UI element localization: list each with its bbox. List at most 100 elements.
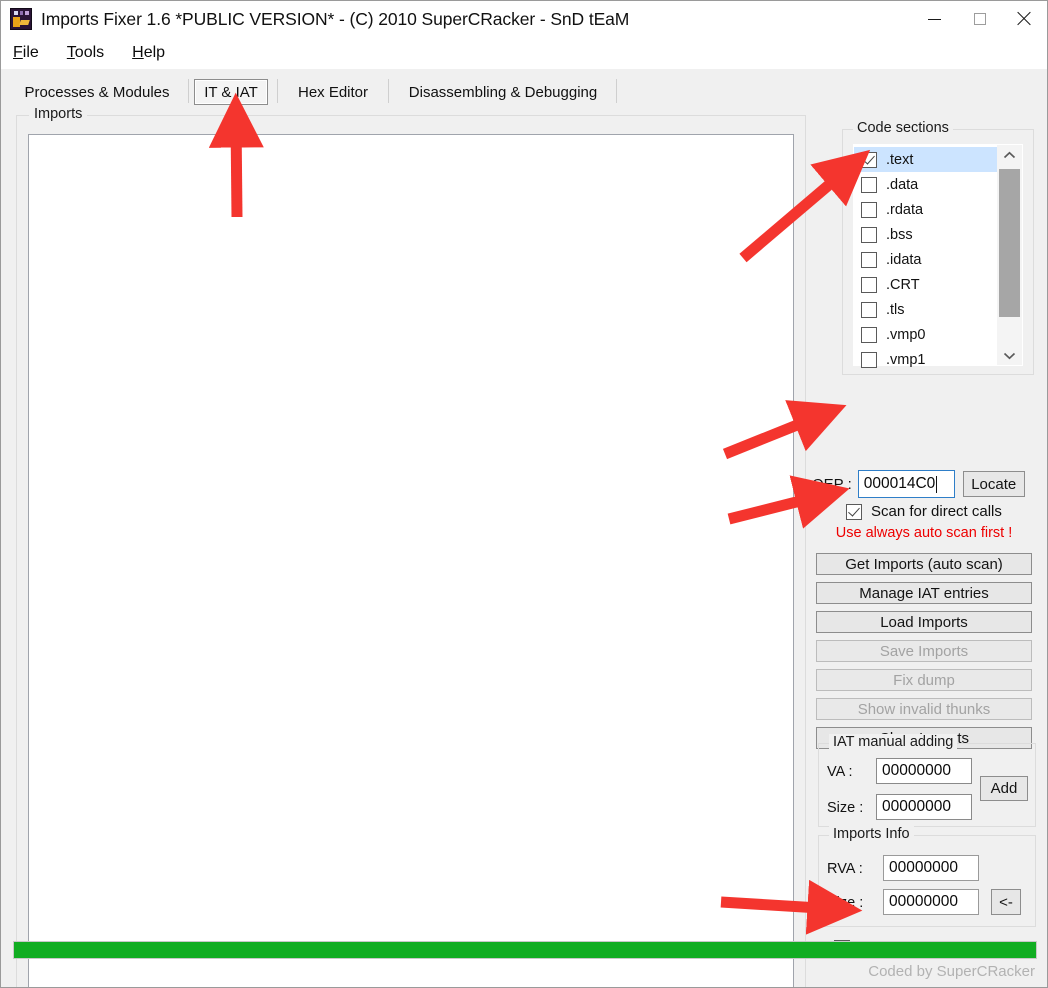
minimize-icon xyxy=(928,18,941,20)
code-section-row-bss[interactable]: .bss xyxy=(854,222,997,247)
title-bar: Imports Fixer 1.6 *PUBLIC VERSION* - (C)… xyxy=(1,1,1047,37)
checkbox-section-idata[interactable] xyxy=(861,251,877,268)
code-sections-items: .text .data .rdata .bss .idata .CRT .tls… xyxy=(854,145,997,368)
info-size-input[interactable]: 00000000 xyxy=(883,889,979,915)
menu-item-file[interactable]: File xyxy=(13,44,39,62)
menu-item-tools[interactable]: Tools xyxy=(67,44,104,62)
get-imports-button[interactable]: Get Imports (auto scan) xyxy=(816,553,1032,575)
checkbox-section-tls[interactable] xyxy=(861,301,877,318)
app-icon xyxy=(10,8,32,30)
checkbox-section-text[interactable] xyxy=(861,151,877,168)
checkbox-scan-direct-calls[interactable] xyxy=(846,503,862,520)
checkbox-section-crt[interactable] xyxy=(861,276,877,293)
code-section-label: .data xyxy=(886,176,919,193)
load-imports-button[interactable]: Load Imports xyxy=(816,611,1032,633)
oep-label: OEP : xyxy=(812,475,852,493)
minimize-button[interactable] xyxy=(912,1,957,37)
checkbox-section-rdata[interactable] xyxy=(861,201,877,218)
iat-manual-adding-label: IAT manual adding xyxy=(829,734,958,750)
iat-manual-adding-group: IAT manual adding VA : 00000000 Size : 0… xyxy=(818,734,1036,827)
tab-processes-modules[interactable]: Processes & Modules xyxy=(12,79,182,105)
imports-info-label: Imports Info xyxy=(829,826,914,842)
client-area: Processes & Modules IT & IAT Hex Editor … xyxy=(2,69,1046,987)
imports-list[interactable] xyxy=(28,134,794,987)
imports-group: Imports xyxy=(16,106,806,987)
code-sections-scrollbar[interactable] xyxy=(997,145,1022,365)
tab-hex-editor[interactable]: Hex Editor xyxy=(283,79,383,105)
maximize-icon xyxy=(973,13,986,25)
tab-separator xyxy=(616,79,617,103)
scan-direct-calls-row[interactable]: Scan for direct calls xyxy=(846,503,1002,520)
code-sections-list[interactable]: .text .data .rdata .bss .idata .CRT .tls… xyxy=(853,144,1023,368)
code-section-row-crt[interactable]: .CRT xyxy=(854,272,997,297)
info-size-label: Size : xyxy=(827,895,864,911)
add-button[interactable]: Add xyxy=(980,776,1028,801)
fix-dump-button: Fix dump xyxy=(816,669,1032,691)
text-caret xyxy=(936,475,938,493)
save-imports-button: Save Imports xyxy=(816,640,1032,662)
close-button[interactable] xyxy=(1002,1,1047,37)
maximize-button[interactable] xyxy=(957,1,1002,37)
manage-iat-entries-button[interactable]: Manage IAT entries xyxy=(816,582,1032,604)
window-title: Imports Fixer 1.6 *PUBLIC VERSION* - (C)… xyxy=(41,8,630,29)
code-section-label: .vmp0 xyxy=(886,326,926,343)
chevron-up-icon[interactable] xyxy=(997,145,1022,165)
va-label: VA : xyxy=(827,764,853,780)
menu-file-rest: ile xyxy=(22,44,39,61)
code-section-row-vmp0[interactable]: .vmp0 xyxy=(854,322,997,347)
tab-strip: Processes & Modules IT & IAT Hex Editor … xyxy=(2,73,1046,109)
code-section-label: .vmp1 xyxy=(886,351,926,368)
menu-tools-rest: ools xyxy=(74,44,105,61)
menu-item-help[interactable]: Help xyxy=(132,44,165,62)
menu-help-accel: H xyxy=(132,44,144,61)
tab-it-iat[interactable]: IT & IAT xyxy=(194,79,268,105)
tab-separator xyxy=(388,79,389,103)
checkbox-section-vmp0[interactable] xyxy=(861,326,877,343)
va-input[interactable]: 00000000 xyxy=(876,758,972,784)
iat-size-label: Size : xyxy=(827,800,864,816)
show-invalid-thunks-button: Show invalid thunks xyxy=(816,698,1032,720)
locate-button[interactable]: Locate xyxy=(962,471,1025,497)
code-sections-label: Code sections xyxy=(853,120,953,136)
tab-separator xyxy=(188,79,189,103)
back-arrow-button[interactable]: <- xyxy=(991,889,1021,915)
oep-value: 000014C0 xyxy=(863,475,936,492)
warning-text: Use always auto scan first ! xyxy=(835,525,1013,541)
application-window: Imports Fixer 1.6 *PUBLIC VERSION* - (C)… xyxy=(0,0,1048,988)
checkbox-section-data[interactable] xyxy=(861,176,877,193)
right-panel: Code sections .text .data .rdata .bss .i… xyxy=(810,115,1038,987)
credit-text: Coded by SuperCRacker xyxy=(868,963,1035,980)
code-section-label: .bss xyxy=(886,226,913,243)
tab-disassembling-debugging[interactable]: Disassembling & Debugging xyxy=(394,79,612,105)
checkbox-section-bss[interactable] xyxy=(861,226,877,243)
code-section-label: .CRT xyxy=(886,276,920,293)
menu-bar: File Tools Help xyxy=(1,37,1047,69)
code-sections-group: Code sections .text .data .rdata .bss .i… xyxy=(842,120,1034,375)
code-section-row-data[interactable]: .data xyxy=(854,172,997,197)
progress-bar-fill xyxy=(14,942,1036,958)
code-section-label: .idata xyxy=(886,251,922,268)
imports-info-group: Imports Info RVA : 00000000 Size : 00000… xyxy=(818,826,1036,927)
menu-file-accel: F xyxy=(13,44,23,61)
tab-separator xyxy=(277,79,278,103)
rva-input[interactable]: 00000000 xyxy=(883,855,979,881)
progress-bar xyxy=(13,941,1037,959)
rva-label: RVA : xyxy=(827,861,863,877)
chevron-down-icon[interactable] xyxy=(997,345,1022,365)
oep-row: OEP : 000014C0 Locate xyxy=(810,469,1038,499)
code-section-label: .rdata xyxy=(886,201,924,218)
code-section-row-idata[interactable]: .idata xyxy=(854,247,997,272)
oep-input[interactable]: 000014C0 xyxy=(857,470,955,498)
code-section-row-rdata[interactable]: .rdata xyxy=(854,197,997,222)
window-controls xyxy=(912,1,1047,37)
scrollbar-thumb[interactable] xyxy=(999,169,1020,317)
scan-direct-calls-label: Scan for direct calls xyxy=(871,503,1002,520)
menu-help-rest: elp xyxy=(143,44,166,61)
code-section-row-tls[interactable]: .tls xyxy=(854,297,997,322)
code-section-row-vmp1[interactable]: .vmp1 xyxy=(854,347,997,372)
code-section-row-text[interactable]: .text xyxy=(854,147,997,172)
checkbox-section-vmp1[interactable] xyxy=(861,351,877,368)
iat-size-input[interactable]: 00000000 xyxy=(876,794,972,820)
menu-tools-accel: T xyxy=(66,44,75,61)
imports-group-label: Imports xyxy=(29,106,88,122)
